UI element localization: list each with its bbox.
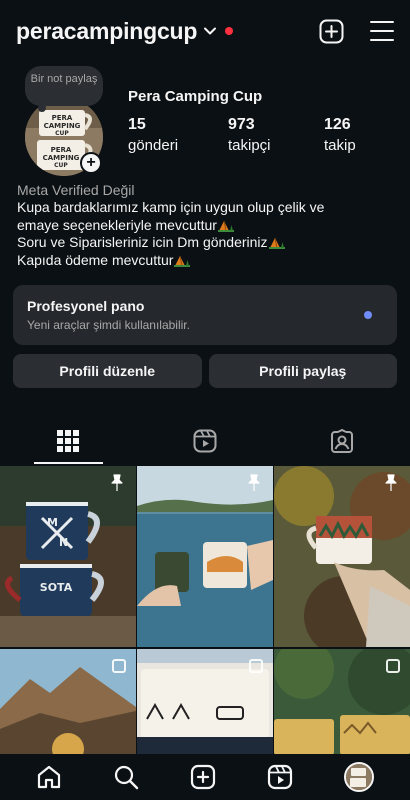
multiple-images-icon [386, 659, 400, 673]
avatar-text-6: CUP [54, 162, 68, 169]
add-story-button[interactable]: + [80, 152, 102, 174]
post-mug-label: SOTA [40, 581, 73, 594]
stat-following-label: takip [324, 137, 356, 154]
stat-posts[interactable]: 15 gönderi [128, 116, 228, 154]
bottom-navigation [0, 754, 410, 800]
bio-line-1: Kupa bardaklarımız kamp için uygun olup … [17, 199, 325, 216]
home-icon[interactable] [36, 764, 62, 790]
post-image-lake-cheers [137, 466, 273, 647]
create-icon[interactable] [190, 764, 216, 790]
bio-line-2-wrap: emaye seçenekleriyle mevcuttur [17, 217, 397, 234]
profile-header: PERA CAMPING CUP PERA CAMPING CUP Bir no… [0, 62, 410, 180]
post-image-mugs-navy: M N SOTA [0, 466, 136, 647]
dashboard-title: Profesyonel pano [27, 298, 145, 314]
post-mug-letter-n: N [59, 536, 68, 549]
stat-followers-label: takipçi [228, 137, 271, 154]
pin-icon [111, 474, 123, 491]
professional-dashboard[interactable]: Profesyonel pano Yeni araçlar şimdi kull… [13, 285, 397, 345]
plus-icon: + [82, 154, 100, 172]
avatar-text-5: CAMPING [43, 154, 80, 162]
dashboard-subtitle: Yeni araçlar şimdi kullanılabilir. [27, 318, 190, 332]
stat-posts-count: 15 [128, 116, 146, 133]
share-profile-button[interactable]: Profili paylaş [208, 354, 397, 388]
bio-line-3: Soru ve Siparisleriniz icin Dm gönderini… [17, 234, 268, 251]
grid-icon [57, 430, 80, 452]
chevron-down-icon [204, 27, 217, 35]
avatar-text-1: PERA [52, 114, 73, 122]
multiple-images-icon [249, 659, 263, 673]
username: peracampingcup [16, 17, 198, 44]
avatar-text-3: CUP [55, 130, 69, 137]
bio-line-3-wrap: Soru ve Siparisleriniz icin Dm gönderini… [17, 234, 397, 251]
avatar-text-4: PERA [51, 146, 72, 154]
bio-line-4: Kapıda ödeme mevcuttur [17, 251, 174, 268]
edit-profile-button[interactable]: Profili düzenle [13, 354, 202, 388]
notification-dot [225, 27, 234, 35]
post-thumbnail[interactable] [137, 466, 273, 647]
account-switcher[interactable]: peracampingcup [16, 17, 234, 45]
profile-tabs [0, 418, 410, 464]
post-mug-letter-m: M [47, 516, 58, 529]
plus-square-icon[interactable] [319, 19, 344, 44]
post-thumbnail[interactable] [274, 649, 410, 754]
stat-following-count: 126 [324, 116, 351, 133]
profile-actions: Profili düzenle Profili paylaş [13, 354, 397, 388]
note-bubble-tail [38, 104, 46, 112]
pin-icon [248, 474, 260, 491]
camping-emoji-icon [268, 238, 285, 250]
top-bar: peracampingcup [0, 0, 410, 62]
post-thumbnail[interactable]: M N SOTA [0, 466, 136, 647]
profile-avatar-image [346, 764, 373, 790]
stat-following[interactable]: 126 takip [324, 116, 356, 154]
profile-avatar[interactable] [344, 762, 375, 792]
tagged-icon [330, 429, 353, 453]
post-thumbnail[interactable] [274, 466, 410, 647]
bio: Meta Verified Değil Kupa bardaklarımız k… [17, 182, 397, 269]
stat-followers[interactable]: 973 takipçi [228, 116, 324, 154]
tab-reels[interactable] [137, 418, 274, 464]
multiple-images-icon [112, 659, 126, 673]
camping-emoji-icon [217, 220, 234, 232]
note-bubble[interactable]: Bir not paylaş [25, 66, 103, 106]
tab-posts-grid[interactable] [0, 418, 137, 464]
stat-posts-label: gönderi [128, 137, 179, 154]
reels-icon[interactable] [267, 764, 293, 790]
avatar-text-2: CAMPING [44, 122, 81, 130]
reels-icon [193, 429, 217, 453]
dashboard-new-dot [364, 311, 372, 319]
post-thumbnail[interactable] [0, 649, 136, 754]
profile-stats: 15 gönderi 973 takipçi 126 takip [128, 116, 356, 154]
camping-emoji-icon [174, 255, 191, 267]
bio-line-4-wrap: Kapıda ödeme mevcuttur [17, 252, 397, 269]
menu-icon[interactable] [370, 20, 394, 42]
tab-tagged[interactable] [273, 418, 410, 464]
post-thumbnail[interactable] [137, 649, 273, 754]
pin-icon [385, 474, 397, 491]
search-icon[interactable] [113, 764, 139, 790]
bio-category: Meta Verified Değil [17, 182, 135, 198]
stat-followers-count: 973 [228, 116, 255, 133]
post-image-autumn-mug [274, 466, 410, 647]
posts-grid: M N SOTA [0, 466, 410, 754]
display-name: Pera Camping Cup [128, 88, 263, 105]
note-text: Bir not paylaş [30, 73, 98, 85]
bio-line-2: emaye seçenekleriyle mevcuttur [17, 216, 217, 233]
